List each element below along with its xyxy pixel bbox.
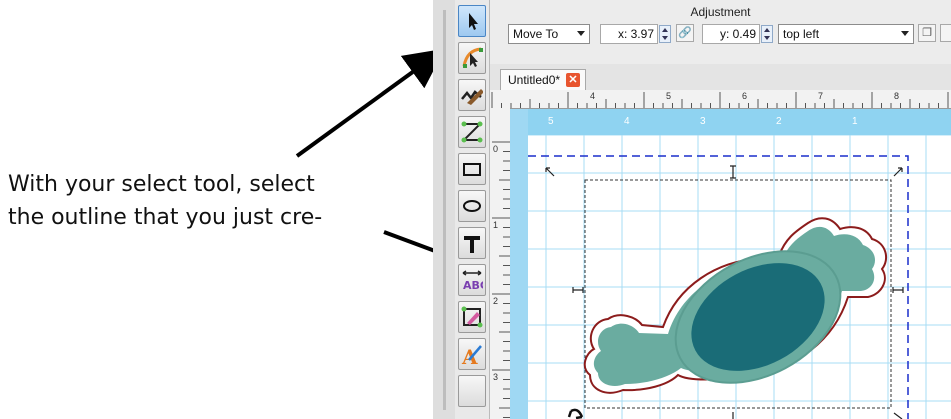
mat-number-4: 4 [624, 116, 630, 127]
mat-number-5: 5 [548, 116, 554, 127]
ruler-top-label-4: 4 [590, 91, 596, 101]
draw-pen-icon: A [461, 345, 482, 366]
top-ruler-ticks [491, 92, 949, 108]
weld-tool-button[interactable] [458, 301, 486, 333]
ruler-top-label-6: 6 [742, 91, 748, 101]
resize-handle-top-right [893, 167, 903, 177]
anchor-value: top left [783, 27, 820, 41]
select-tool-button[interactable] [458, 5, 486, 37]
text-on-path-tool-button[interactable]: ABC [458, 264, 486, 296]
link-proportions-button[interactable]: 🔗 [676, 24, 694, 42]
extra-tool-button[interactable] [458, 375, 486, 407]
node-edit-tool-button[interactable] [458, 42, 486, 74]
adjustment-toolbar: Adjustment Move To x: 3.97 🔗 y: 0.49 top… [490, 0, 951, 64]
weld-icon [461, 306, 483, 328]
move-mode-value: Move To [513, 27, 559, 41]
resize-handle-top-left [545, 167, 555, 177]
resize-handle-top [730, 165, 736, 179]
resize-handle-left [572, 287, 584, 293]
chevron-down-icon [901, 31, 909, 36]
line-tool-button[interactable] [458, 116, 486, 148]
x-spinner[interactable] [659, 25, 671, 43]
candy-shape[interactable] [583, 217, 888, 409]
canvas-area[interactable]: 4 5 6 7 8 0 1 2 3 5 4 3 2 1 [490, 90, 951, 419]
text-t-icon [464, 236, 480, 253]
arrow-to-select-tool [295, 48, 445, 158]
ruler-left-label-2: 2 [493, 296, 499, 306]
ruler-top-label-8: 8 [894, 91, 900, 101]
ruler-left-label-1: 1 [493, 220, 499, 230]
rectangle-icon [463, 163, 481, 176]
anchor-dropdown[interactable]: top left [778, 24, 914, 44]
y-position-value: y: 0.49 [719, 27, 756, 41]
text-abc-icon: ABC [462, 270, 483, 292]
adjustment-title: Adjustment [690, 5, 751, 19]
app-window: ABC A Adjustment Move To x: 3.97 [433, 0, 951, 419]
ruler-top-label-7: 7 [818, 91, 824, 101]
rotate-handle-icon[interactable] [567, 408, 584, 419]
resize-handle-bottom-right [893, 412, 903, 419]
node-edit-icon [462, 47, 483, 68]
cutting-mat-grid[interactable] [528, 135, 951, 419]
rectangle-tool-button[interactable] [458, 153, 486, 185]
close-icon[interactable]: ✕ [566, 73, 580, 87]
ruler-top-label-5: 5 [666, 91, 672, 101]
y-spinner[interactable] [761, 25, 773, 43]
tab-untitled0[interactable]: Untitled0* ✕ [500, 69, 586, 90]
knife-tool-button[interactable] [458, 79, 486, 111]
chevron-down-icon [577, 31, 585, 36]
y-position-field[interactable]: y: 0.49 [702, 24, 760, 44]
select-arrow-icon [469, 13, 478, 30]
ellipse-icon [463, 200, 481, 212]
top-ruler: 4 5 6 7 8 [490, 90, 951, 109]
side-panel-edge [433, 0, 456, 419]
polyline-icon [461, 121, 483, 143]
x-position-value: x: 3.97 [617, 27, 654, 41]
move-mode-dropdown[interactable]: Move To [508, 24, 590, 44]
resize-handle-right [892, 287, 904, 293]
mat-number-2: 2 [776, 116, 782, 127]
left-ruler: 0 1 2 3 [490, 108, 511, 419]
knife-icon [461, 89, 483, 105]
copy-button[interactable]: ❐ [918, 24, 936, 42]
overflow-button[interactable] [940, 24, 951, 42]
draw-tool-button[interactable]: A [458, 338, 486, 370]
svg-text:ABC: ABC [463, 279, 483, 292]
copy-icon: ❐ [922, 27, 932, 39]
ellipse-tool-button[interactable] [458, 190, 486, 222]
mat-side-strip [510, 109, 528, 419]
ruler-left-label-0: 0 [493, 144, 499, 154]
toolbox: ABC A [455, 0, 490, 419]
document-tab-strip: Untitled0* ✕ [490, 64, 951, 91]
mat-number-1: 1 [852, 116, 858, 127]
mat-number-3: 3 [700, 116, 706, 127]
ruler-left-label-3: 3 [493, 372, 499, 382]
tab-label: Untitled0* [508, 73, 561, 87]
cutting-mat-header: 5 4 3 2 1 [528, 109, 951, 135]
x-position-field[interactable]: x: 3.97 [600, 24, 658, 44]
panel-splitter[interactable] [443, 10, 446, 410]
link-icon: 🔗 [678, 27, 692, 39]
text-tool-button[interactable] [458, 227, 486, 259]
svg-text:A: A [461, 345, 478, 366]
